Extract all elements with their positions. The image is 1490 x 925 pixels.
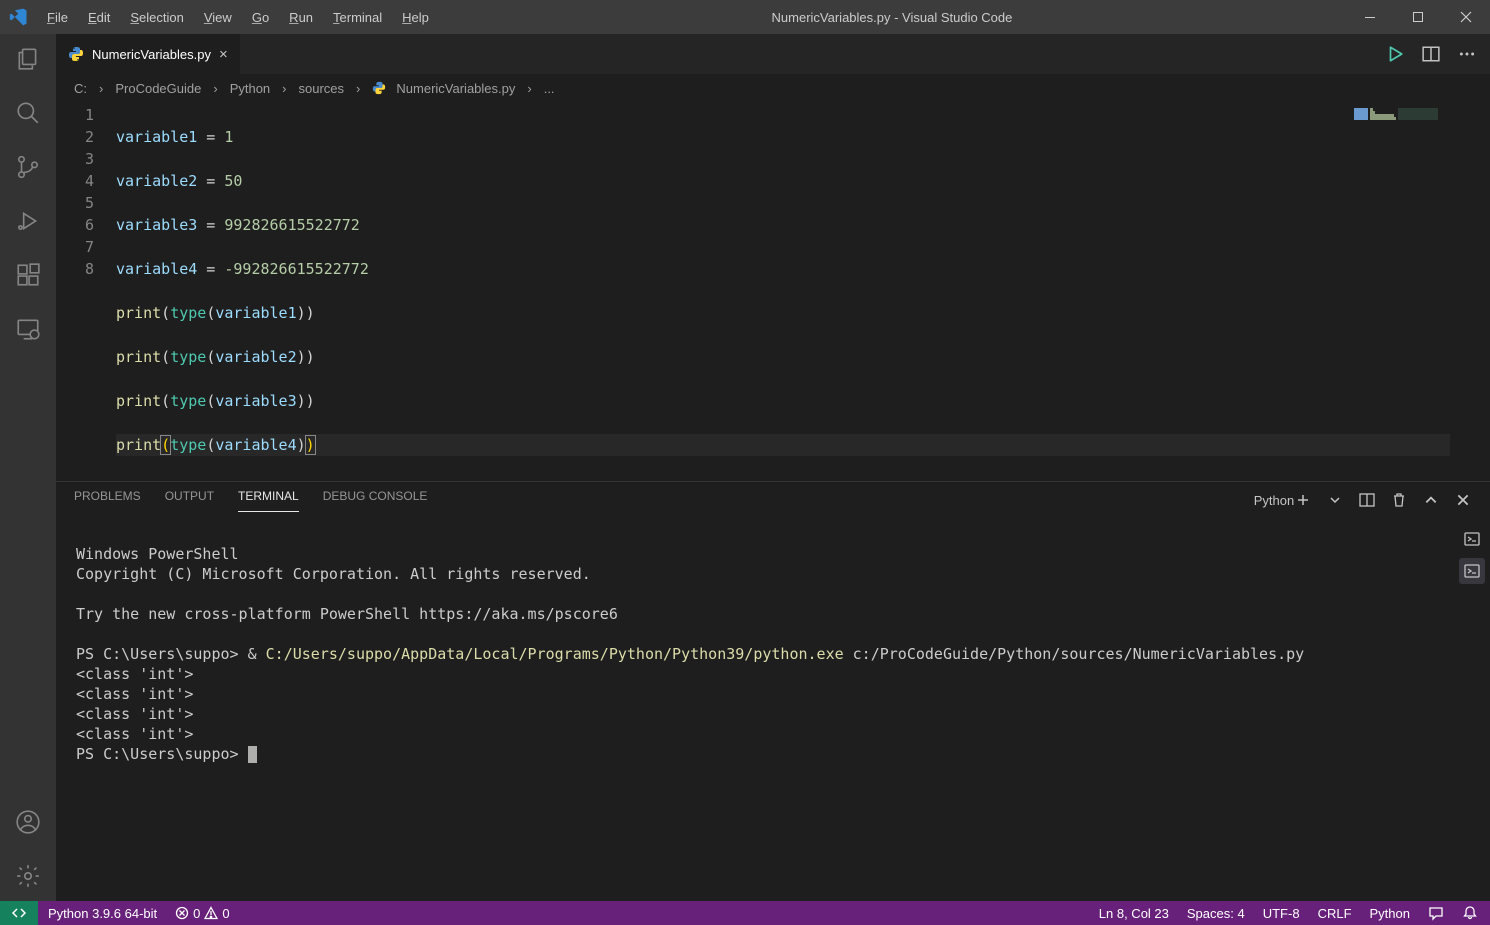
vscode-logo-icon <box>8 6 30 28</box>
python-file-icon <box>68 46 84 62</box>
status-language-mode[interactable]: Python <box>1370 906 1410 921</box>
close-button[interactable] <box>1442 0 1490 34</box>
close-panel-icon[interactable] <box>1454 491 1472 509</box>
status-eol[interactable]: CRLF <box>1318 906 1352 921</box>
menu-view[interactable]: View <box>195 4 241 31</box>
run-debug-icon[interactable] <box>13 206 43 236</box>
status-cursor-position[interactable]: Ln 8, Col 23 <box>1099 906 1169 921</box>
menu-run[interactable]: Run <box>280 4 322 31</box>
settings-gear-icon[interactable] <box>13 861 43 891</box>
chevron-down-icon[interactable] <box>1326 491 1344 509</box>
terminal-shell-label[interactable]: Python <box>1254 493 1294 508</box>
terminal-body[interactable]: Windows PowerShell Copyright (C) Microso… <box>56 518 1490 901</box>
search-icon[interactable] <box>13 98 43 128</box>
menubar: File Edit Selection View Go Run Terminal… <box>38 4 438 31</box>
line-number: 3 <box>56 148 94 170</box>
menu-edit[interactable]: Edit <box>79 4 119 31</box>
accounts-icon[interactable] <box>13 807 43 837</box>
status-python-interpreter[interactable]: Python 3.9.6 64-bit <box>48 906 157 921</box>
new-terminal-icon[interactable] <box>1294 491 1312 509</box>
status-encoding[interactable]: UTF-8 <box>1263 906 1300 921</box>
tab-problems[interactable]: PROBLEMS <box>74 489 141 511</box>
terminal-cursor <box>248 746 257 763</box>
line-number: 5 <box>56 192 94 214</box>
tab-output[interactable]: OUTPUT <box>165 489 214 511</box>
trash-icon[interactable] <box>1390 491 1408 509</box>
status-problems[interactable]: 0 0 <box>175 906 229 921</box>
gutter: 1 2 3 4 5 6 7 8 <box>56 102 116 481</box>
code-body[interactable]: variable1 = 1 variable2 = 50 variable3 =… <box>116 102 1490 481</box>
feedback-icon[interactable] <box>1428 905 1444 921</box>
breadcrumb-p2[interactable]: Python <box>230 81 270 96</box>
line-number: 4 <box>56 170 94 192</box>
window-title: NumericVariables.py - Visual Studio Code <box>438 10 1346 25</box>
window-controls <box>1346 0 1490 34</box>
tab-debug-console[interactable]: DEBUG CONSOLE <box>323 489 428 511</box>
line-number: 6 <box>56 214 94 236</box>
tab-filename: NumericVariables.py <box>92 47 211 62</box>
activitybar <box>0 34 56 901</box>
split-editor-icon[interactable] <box>1422 45 1440 63</box>
titlebar: File Edit Selection View Go Run Terminal… <box>0 0 1490 34</box>
panel: PROBLEMS OUTPUT TERMINAL DEBUG CONSOLE P… <box>56 481 1490 901</box>
explorer-icon[interactable] <box>13 44 43 74</box>
breadcrumb-p3[interactable]: sources <box>299 81 345 96</box>
line-number: 1 <box>56 104 94 126</box>
source-control-icon[interactable] <box>13 152 43 182</box>
tab-numericvariables[interactable]: NumericVariables.py × <box>56 34 241 74</box>
breadcrumb[interactable]: C: ProCodeGuide Python sources NumericVa… <box>56 74 1490 102</box>
tabbar: NumericVariables.py × <box>56 34 1490 74</box>
statusbar: Python 3.9.6 64-bit 0 0 Ln 8, Col 23 Spa… <box>0 901 1490 925</box>
menu-go[interactable]: Go <box>243 4 278 31</box>
tab-terminal[interactable]: TERMINAL <box>238 489 299 512</box>
menu-selection[interactable]: Selection <box>121 4 192 31</box>
tab-close-icon[interactable]: × <box>219 46 228 63</box>
breadcrumb-file[interactable]: NumericVariables.py <box>396 81 515 96</box>
python-file-icon <box>372 81 386 95</box>
extensions-icon[interactable] <box>13 260 43 290</box>
more-actions-icon[interactable] <box>1458 45 1476 63</box>
menu-terminal[interactable]: Terminal <box>324 4 391 31</box>
editor-column: NumericVariables.py × C: ProCodeGuide Py… <box>56 34 1490 901</box>
editor-area[interactable]: 1 2 3 4 5 6 7 8 variable1 = 1 variable2 … <box>56 102 1490 481</box>
breadcrumb-p1[interactable]: ProCodeGuide <box>115 81 201 96</box>
panel-actions: Python <box>1262 491 1472 509</box>
remote-indicator-icon[interactable] <box>0 901 38 925</box>
breadcrumb-root[interactable]: C: <box>74 81 87 96</box>
remote-explorer-icon[interactable] <box>13 314 43 344</box>
breadcrumb-tail[interactable]: ... <box>544 81 555 96</box>
line-number: 2 <box>56 126 94 148</box>
line-number: 8 <box>56 258 94 280</box>
menu-help[interactable]: Help <box>393 4 438 31</box>
maximize-panel-icon[interactable] <box>1422 491 1440 509</box>
line-number: 7 <box>56 236 94 258</box>
panel-tabs: PROBLEMS OUTPUT TERMINAL DEBUG CONSOLE P… <box>56 482 1490 518</box>
notifications-bell-icon[interactable] <box>1462 905 1478 921</box>
menu-file[interactable]: File <box>38 4 77 31</box>
minimize-button[interactable] <box>1346 0 1394 34</box>
maximize-button[interactable] <box>1394 0 1442 34</box>
status-indentation[interactable]: Spaces: 4 <box>1187 906 1245 921</box>
split-terminal-icon[interactable] <box>1358 491 1376 509</box>
main-row: NumericVariables.py × C: ProCodeGuide Py… <box>0 34 1490 901</box>
run-file-icon[interactable] <box>1386 45 1404 63</box>
tabbar-actions <box>1386 34 1490 74</box>
